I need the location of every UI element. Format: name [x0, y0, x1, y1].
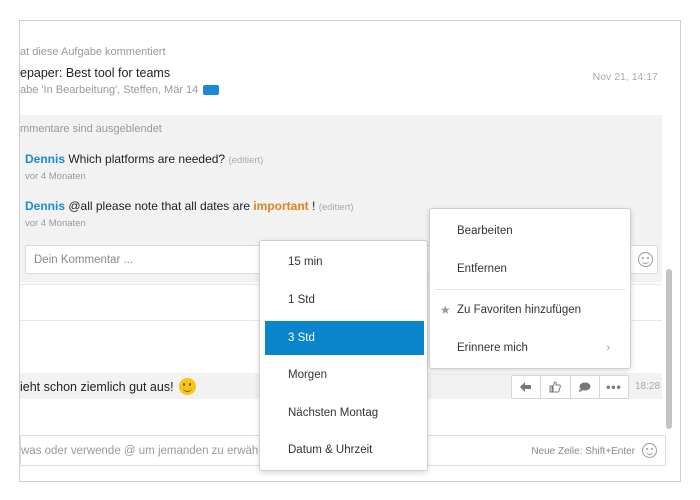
reminder-option-selected[interactable]: 3 Std [265, 321, 424, 355]
comment-item: Dennis @all please note that all dates a… [25, 199, 354, 213]
comment-item: Dennis Which platforms are needed? (edit… [25, 152, 263, 166]
reminder-option[interactable]: Nächsten Montag [265, 396, 424, 430]
comment-time: vor 4 Monaten [25, 171, 86, 182]
speech-bubble-icon [578, 382, 591, 392]
blue-tag-icon [203, 85, 220, 95]
hidden-comments-toggle[interactable]: mmentare sind ausgeblendet [20, 123, 162, 135]
chevron-right-icon: › [606, 342, 610, 354]
reminder-time-menu: 15 min 1 Std 3 Std Morgen Nächsten Monta… [259, 240, 428, 471]
comment-edited: (editiert) [318, 202, 354, 213]
like-button[interactable] [541, 376, 571, 398]
reply-button[interactable] [512, 376, 542, 398]
message-actions: ••• [511, 375, 629, 399]
comment-input-placeholder: Dein Kommentar ... [34, 254, 134, 266]
activity-timestamp: Nov 21, 14:17 [592, 71, 658, 83]
message-body: ieht schon ziemlich gut aus! [20, 379, 174, 394]
comment-text: @all please note that all dates are [68, 199, 250, 213]
compose-placeholder: was oder verwende @ um jemanden zu erwäh… [21, 445, 265, 457]
reply-arrow-icon [520, 382, 532, 392]
comment-button[interactable] [571, 376, 600, 398]
message-time: 18:28 [635, 381, 661, 392]
star-icon: ★ [440, 303, 451, 317]
comment-highlight: important [253, 199, 309, 213]
menu-divider [435, 289, 625, 290]
ellipsis-icon: ••• [606, 380, 622, 394]
more-button[interactable]: ••• [600, 376, 628, 398]
activity-title[interactable]: epaper: Best tool for teams [20, 66, 170, 80]
comment-time: vor 4 Monaten [25, 218, 86, 229]
remind-label: Erinnere mich [457, 342, 528, 354]
comment-edited: (editiert) [228, 155, 264, 166]
activity-meta: abe 'In Bearbeitung', Steffen, Mär 14 [20, 84, 220, 96]
smiley-icon[interactable] [638, 252, 653, 267]
activity-meta-text: abe 'In Bearbeitung', Steffen, Mär 14 [20, 84, 199, 96]
remind-menu-item[interactable]: Erinnere mich › [430, 331, 630, 365]
reminder-option[interactable]: Morgen [265, 358, 424, 392]
comment-author[interactable]: Dennis [25, 199, 65, 213]
activity-header: at diese Aufgabe kommentiert [20, 46, 166, 58]
message-context-menu: Bearbeiten Entfernen ★ Zu Favoriten hinz… [429, 208, 631, 369]
reminder-option[interactable]: 15 min [265, 245, 424, 279]
remove-menu-item[interactable]: Entfernen [430, 252, 630, 286]
edit-menu-item[interactable]: Bearbeiten [430, 214, 630, 248]
comment-text-end: ! [312, 199, 316, 213]
favorite-menu-item[interactable]: ★ Zu Favoriten hinzufügen [430, 293, 630, 327]
thumbs-up-icon [549, 381, 562, 393]
reminder-option[interactable]: 1 Std [265, 283, 424, 317]
comment-text: Which platforms are needed? [68, 152, 226, 166]
smiley-icon[interactable] [642, 443, 657, 458]
compose-hint: Neue Zeile: Shift+Enter [531, 446, 635, 457]
message-text: ieht schon ziemlich gut aus! [20, 378, 196, 395]
comment-author[interactable]: Dennis [25, 152, 65, 166]
reminder-option[interactable]: Datum & Uhrzeit [265, 433, 424, 467]
scrollbar-thumb[interactable] [666, 269, 672, 429]
smiley-emoji-icon [178, 378, 196, 395]
favorite-label: Zu Favoriten hinzufügen [457, 304, 582, 316]
